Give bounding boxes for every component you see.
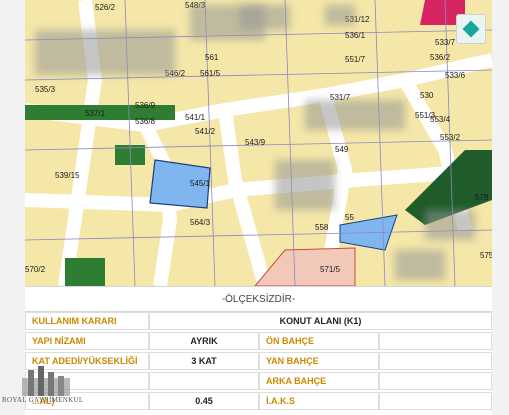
parcel-label: 55: [345, 213, 354, 222]
parcel-label: 535/3: [35, 85, 56, 94]
key-cell: KULLANIM KARARI: [25, 312, 149, 330]
parcel-label: 536/8: [135, 117, 156, 126]
parcel-label: 537/1: [85, 109, 106, 118]
parcel-label: 553/4: [430, 115, 451, 124]
parcel-label: 561: [205, 53, 219, 62]
screen: 526/2548/3531/12536/1533/7536/2561546/25…: [0, 0, 509, 415]
key-cell-2: İ.A.K.S: [259, 392, 379, 410]
value-cell: KONUT ALANI (K1): [149, 312, 492, 330]
parcel-label: 536/2: [430, 53, 451, 62]
key-cell: YAPI NİZAMI: [25, 332, 149, 350]
parcel-label: 545/1: [190, 179, 211, 188]
parcel-label: 571/5: [320, 265, 341, 274]
right-edge: [492, 0, 509, 415]
parcel-label: 530: [420, 91, 434, 100]
parcel-label: 526/2: [95, 3, 116, 12]
layers-diamond-icon: [462, 20, 480, 38]
parcel-label: 578: [475, 193, 489, 202]
key-cell-2: YAN BAHÇE: [259, 352, 379, 370]
redaction-blur: [240, 5, 290, 30]
parcel-label: 553/2: [440, 133, 461, 142]
key-cell-2: ÖN BAHÇE: [259, 332, 379, 350]
parcel-label: 575: [480, 251, 492, 260]
parcel-label: 539/15: [55, 171, 80, 180]
redaction-blur: [35, 30, 175, 75]
redaction-blur: [425, 210, 475, 240]
redaction-blur: [325, 5, 355, 25]
parcel-label: 533/7: [435, 38, 456, 47]
parcel-label: 551/7: [345, 55, 366, 64]
parcel-label: 541/1: [185, 113, 206, 122]
parcel-label: 564/3: [190, 218, 211, 227]
redaction-blur: [395, 250, 445, 280]
parcel-label: 536/1: [345, 31, 366, 40]
table-row: YAPI NİZAMI AYRIK ÖN BAHÇE: [25, 331, 492, 351]
green-park-2: [65, 258, 105, 286]
parcel-label: 549: [335, 145, 349, 154]
table-row: KULLANIM KARARI KONUT ALANI (K1): [25, 311, 492, 331]
value-cell-2: [379, 332, 492, 350]
value-cell: 3 KAT: [149, 352, 259, 370]
redaction-blur: [275, 160, 335, 210]
value-cell-2: [379, 392, 492, 410]
company-logo: [22, 366, 70, 396]
redaction-blur: [305, 100, 405, 130]
value-cell: 0.45: [149, 392, 259, 410]
value-cell-2: [379, 352, 492, 370]
value-cell-2: [379, 372, 492, 390]
logo-text: ROYAL GAYRİMENKUL: [2, 396, 84, 404]
scale-label: -ÖLÇEKSİZDİR-: [25, 286, 492, 312]
value-cell: AYRIK: [149, 332, 259, 350]
parcel-label: 543/9: [245, 138, 266, 147]
parcel-label: 541/2: [195, 127, 216, 136]
parcel-label: 533/6: [445, 71, 466, 80]
layers-button[interactable]: [456, 14, 486, 44]
parcel-label: 561/5: [200, 69, 221, 78]
left-edge: [0, 0, 25, 415]
parcel-label: 558: [315, 223, 329, 232]
value-cell: [149, 372, 259, 390]
parcel-label: 536/9: [135, 101, 156, 110]
zoning-map[interactable]: 526/2548/3531/12536/1533/7536/2561546/25…: [25, 0, 492, 286]
key-cell-2: ARKA BAHÇE: [259, 372, 379, 390]
parcel-label: 570/2: [25, 265, 46, 274]
